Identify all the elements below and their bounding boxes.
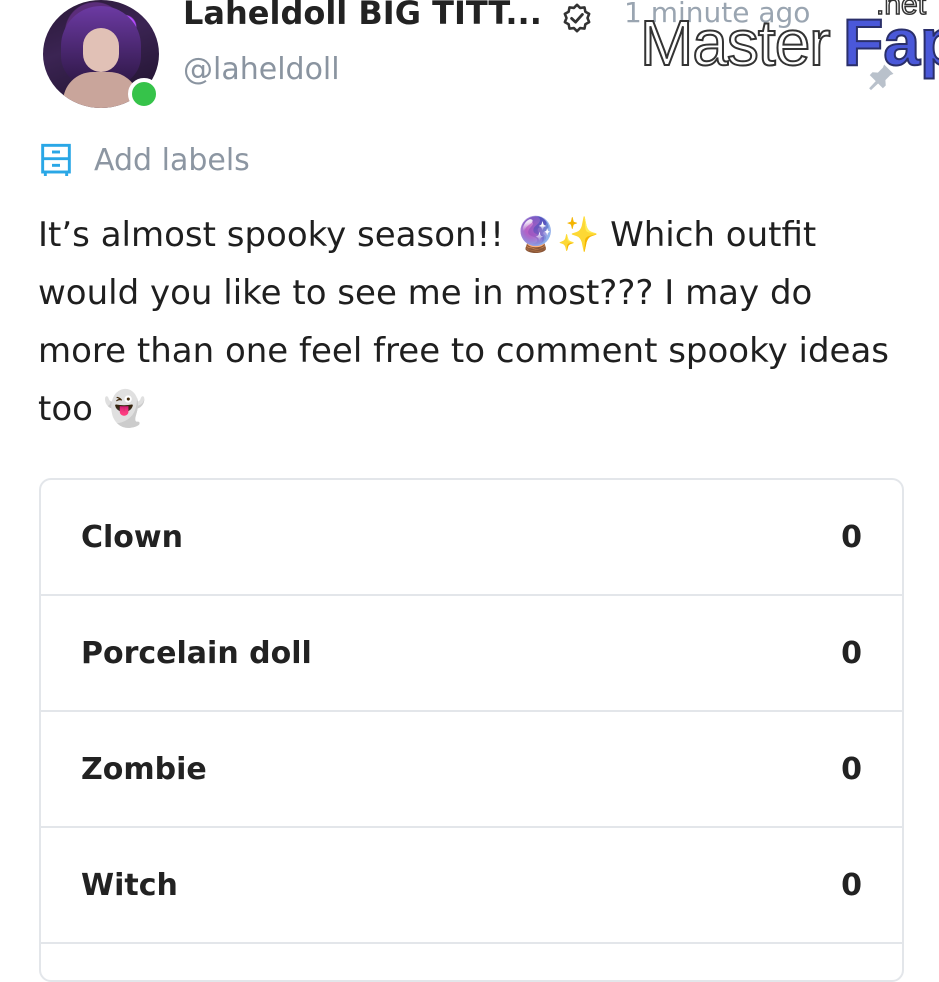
pin-icon[interactable] [866,62,896,92]
poll-option-label: Zombie [81,751,207,787]
labels-icon [41,143,71,176]
poll: Clown 0 Porcelain doll 0 Zombie 0 Witch … [39,478,904,982]
poll-option-zombie[interactable]: Zombie 0 [41,712,902,828]
verified-icon [563,3,591,33]
poll-option-count: 0 [841,751,862,787]
watermark-master: Master [639,6,832,80]
poll-option-label: Witch [81,867,178,903]
add-labels-label: Add labels [94,142,250,178]
avatar-face [83,28,119,72]
author-name[interactable]: Laheldoll BIG TITT... [183,0,542,32]
post-body-text: It’s almost spooky season!! 🔮✨ Which out… [38,215,890,429]
poll-option-count: 0 [841,635,862,671]
author-handle[interactable]: @laheldoll [183,52,340,87]
poll-option-count: 0 [841,867,862,903]
add-labels-button[interactable]: Add labels [40,140,250,180]
poll-option-porcelain-doll[interactable]: Porcelain doll 0 [41,596,902,712]
poll-option-label: Porcelain doll [81,635,312,671]
online-status-indicator [128,78,160,110]
poll-option-label: Clown [81,519,183,555]
poll-option-witch[interactable]: Witch 0 [41,828,902,944]
poll-option-clown[interactable]: Clown 0 [41,480,902,596]
poll-option-count: 0 [841,519,862,555]
watermark-net: .net [875,0,927,22]
